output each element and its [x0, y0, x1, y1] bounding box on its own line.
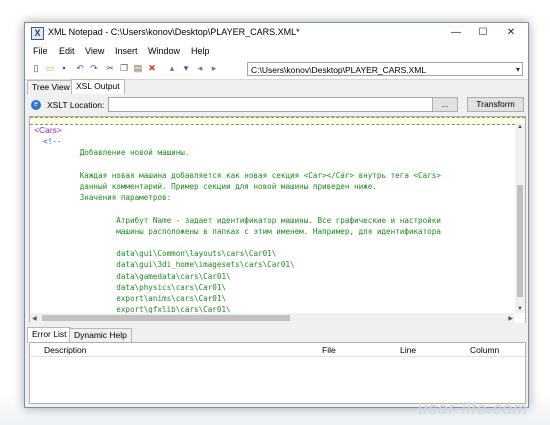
- redo-icon[interactable]: ↷: [89, 63, 99, 73]
- code-line: Каждая новая машина добавляется как нова…: [34, 170, 441, 180]
- view-tabs: Tree View XSL Output: [25, 79, 528, 95]
- open-icon[interactable]: ▭: [45, 63, 55, 73]
- scroll-up-icon[interactable]: ▲: [517, 124, 523, 130]
- file-path-combobox[interactable]: C:\Users\konov\Desktop\PLAYER_CARS.XML ▾: [247, 62, 523, 76]
- error-list-panel: Description File Line Column: [29, 342, 526, 404]
- column-column[interactable]: Column: [470, 345, 499, 355]
- paste-icon[interactable]: ▤: [133, 63, 143, 73]
- code-line: data\gui\3di_home\imagesets\cars\Car01\: [34, 260, 295, 270]
- menu-window[interactable]: Window: [148, 46, 180, 56]
- error-list-header: Description File Line Column: [30, 343, 525, 357]
- new-icon[interactable]: ▯: [31, 63, 41, 73]
- file-path-value: C:\Users\konov\Desktop\PLAYER_CARS.XML: [251, 65, 427, 75]
- code-line: data\gamedata\cars\Car01\: [34, 271, 231, 281]
- code-line: машины расположены в папках с этим имене…: [34, 226, 441, 236]
- output-info-strip: [30, 117, 525, 125]
- code-line: Добавление новой машины.: [34, 148, 190, 158]
- menu-bar: File Edit View Insert Window Help: [25, 43, 528, 59]
- bottom-tabs: Error List Dynamic Help: [25, 327, 528, 343]
- watermark-text: user-life.com: [418, 399, 528, 418]
- menu-insert[interactable]: Insert: [115, 46, 138, 56]
- title-bar[interactable]: X XML Notepad - C:\Users\konov\Desktop\P…: [25, 23, 528, 43]
- nudge-up-icon[interactable]: ▴: [167, 63, 177, 73]
- cut-icon[interactable]: ✂: [105, 63, 115, 73]
- window-title: XML Notepad - C:\Users\konov\Desktop\PLA…: [48, 27, 300, 37]
- code-line: Значения параметров:: [34, 193, 172, 203]
- tab-tree-view[interactable]: Tree View: [27, 80, 75, 94]
- scroll-left-icon[interactable]: ◀: [32, 315, 37, 322]
- menu-file[interactable]: File: [33, 46, 48, 56]
- internet-explorer-icon: e: [31, 100, 41, 110]
- scroll-down-icon[interactable]: ▼: [517, 306, 523, 312]
- xml-comment-line: <!--: [34, 137, 62, 147]
- menu-help[interactable]: Help: [191, 46, 210, 56]
- column-line[interactable]: Line: [400, 345, 416, 355]
- save-icon[interactable]: ▪: [59, 63, 69, 73]
- close-button[interactable]: ✕: [500, 25, 522, 41]
- vertical-scrollbar[interactable]: ▲ ▼: [515, 123, 525, 313]
- copy-icon[interactable]: ❐: [119, 63, 129, 73]
- code-line: данный комментарий. Пример секции для но…: [34, 182, 377, 192]
- undo-icon[interactable]: ↶: [75, 63, 85, 73]
- tab-dynamic-help[interactable]: Dynamic Help: [69, 328, 132, 342]
- nudge-down-icon[interactable]: ▾: [181, 63, 191, 73]
- maximize-button[interactable]: ☐: [472, 25, 494, 41]
- menu-edit[interactable]: Edit: [59, 46, 75, 56]
- horizontal-scroll-thumb[interactable]: [42, 315, 290, 321]
- app-window: X XML Notepad - C:\Users\konov\Desktop\P…: [24, 22, 529, 408]
- minimize-button[interactable]: —: [445, 25, 467, 41]
- xml-notepad-app-icon: X: [31, 27, 44, 40]
- code-line: Атрибут Name - задает идентификатор маши…: [34, 215, 441, 225]
- transform-button[interactable]: Transform: [467, 97, 524, 112]
- xml-tag-line: <Cars>: [34, 125, 62, 135]
- tab-error-list[interactable]: Error List: [27, 327, 72, 343]
- xslt-location-bar: e XSLT Location: ... Transform: [25, 94, 528, 116]
- code-line: export\anims\cars\Car01\: [34, 294, 227, 304]
- column-description[interactable]: Description: [44, 345, 87, 355]
- nudge-right-icon[interactable]: ▸: [209, 63, 219, 73]
- column-file[interactable]: File: [322, 345, 336, 355]
- xml-output-text: <Cars> <!-- Добавление новой машины. Каж…: [34, 125, 513, 315]
- code-line: data\gui\Common\layouts\cars\Car01\: [34, 249, 277, 259]
- xslt-location-label: XSLT Location:: [47, 100, 105, 110]
- delete-icon[interactable]: ✕: [147, 63, 157, 73]
- vertical-scroll-thumb[interactable]: [517, 185, 523, 297]
- scroll-right-icon[interactable]: ▶: [508, 315, 513, 322]
- nudge-left-icon[interactable]: ◂: [195, 63, 205, 73]
- xslt-location-input[interactable]: [108, 97, 456, 112]
- menu-view[interactable]: View: [85, 46, 104, 56]
- chevron-down-icon[interactable]: ▾: [516, 63, 520, 77]
- browse-button[interactable]: ...: [432, 97, 458, 112]
- code-line: data\physics\cars\Car01\: [34, 282, 227, 292]
- horizontal-scrollbar[interactable]: ◀ ▶: [30, 313, 515, 323]
- xsl-output-pane[interactable]: <Cars> <!-- Добавление новой машины. Каж…: [29, 116, 526, 324]
- tab-xsl-output[interactable]: XSL Output: [71, 79, 125, 95]
